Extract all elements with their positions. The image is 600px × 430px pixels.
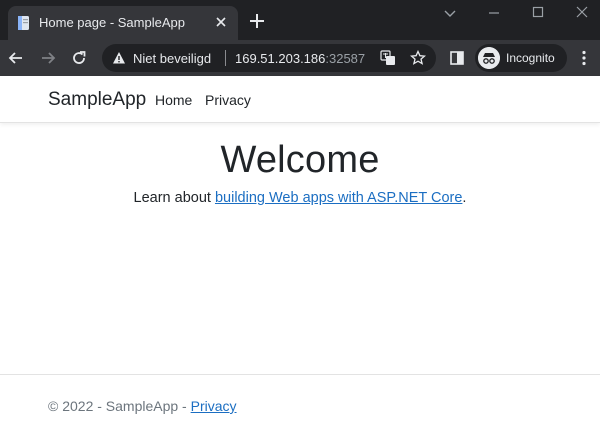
site-navbar: SampleApp Home Privacy: [0, 76, 600, 123]
close-tab-icon[interactable]: [213, 14, 229, 30]
incognito-profile-button[interactable]: Incognito: [475, 44, 567, 72]
back-arrow-icon[interactable]: [6, 48, 26, 68]
intro-prefix: Learn about: [133, 190, 215, 206]
tab-search-chevron-icon[interactable]: [440, 6, 460, 20]
warning-icon[interactable]: [112, 51, 126, 65]
tab-title: Home page - SampleApp: [39, 15, 185, 30]
incognito-icon: [478, 47, 500, 69]
nav-link-privacy[interactable]: Privacy: [205, 92, 251, 108]
url-text[interactable]: 169.51.203.186:32587: [235, 51, 365, 66]
footer-text: © 2022 - SampleApp - Privacy: [48, 398, 237, 414]
nav-link-home[interactable]: Home: [155, 92, 192, 108]
browser-titlebar: Home page - SampleApp: [0, 0, 600, 40]
minimize-icon[interactable]: [484, 6, 504, 20]
url-host: 169.51.203.186: [235, 51, 326, 66]
page-favicon-icon: [18, 16, 29, 30]
new-tab-icon[interactable]: [248, 12, 266, 30]
browser-tab[interactable]: Home page - SampleApp: [8, 6, 238, 40]
side-panel-icon[interactable]: [447, 48, 467, 68]
translate-icon[interactable]: [380, 50, 396, 66]
intro-text: Learn about building Web apps with ASP.N…: [0, 190, 600, 206]
reload-icon[interactable]: [69, 48, 89, 68]
bookmark-star-icon[interactable]: [410, 50, 426, 66]
footer-copyright: © 2022 - SampleApp -: [48, 398, 191, 414]
browser-toolbar: Niet beveiligd 169.51.203.186:32587 Inco…: [0, 40, 600, 76]
omnibox-divider: [225, 50, 226, 66]
footer-privacy-link[interactable]: Privacy: [191, 398, 237, 414]
aspnet-docs-link[interactable]: building Web apps with ASP.NET Core: [215, 190, 462, 206]
close-window-icon[interactable]: [572, 6, 592, 20]
url-port: :32587: [325, 51, 366, 66]
more-menu-icon[interactable]: [574, 48, 594, 68]
brand-link[interactable]: SampleApp: [48, 89, 146, 111]
address-bar[interactable]: Niet beveiligd 169.51.203.186:32587: [102, 44, 436, 72]
site-footer: © 2022 - SampleApp - Privacy: [0, 374, 600, 430]
intro-suffix: .: [462, 190, 467, 206]
security-label[interactable]: Niet beveiligd: [133, 51, 211, 66]
profile-label: Incognito: [506, 51, 555, 65]
page-title: Welcome: [220, 139, 380, 181]
maximize-icon[interactable]: [528, 6, 548, 20]
forward-arrow-icon[interactable]: [38, 48, 58, 68]
